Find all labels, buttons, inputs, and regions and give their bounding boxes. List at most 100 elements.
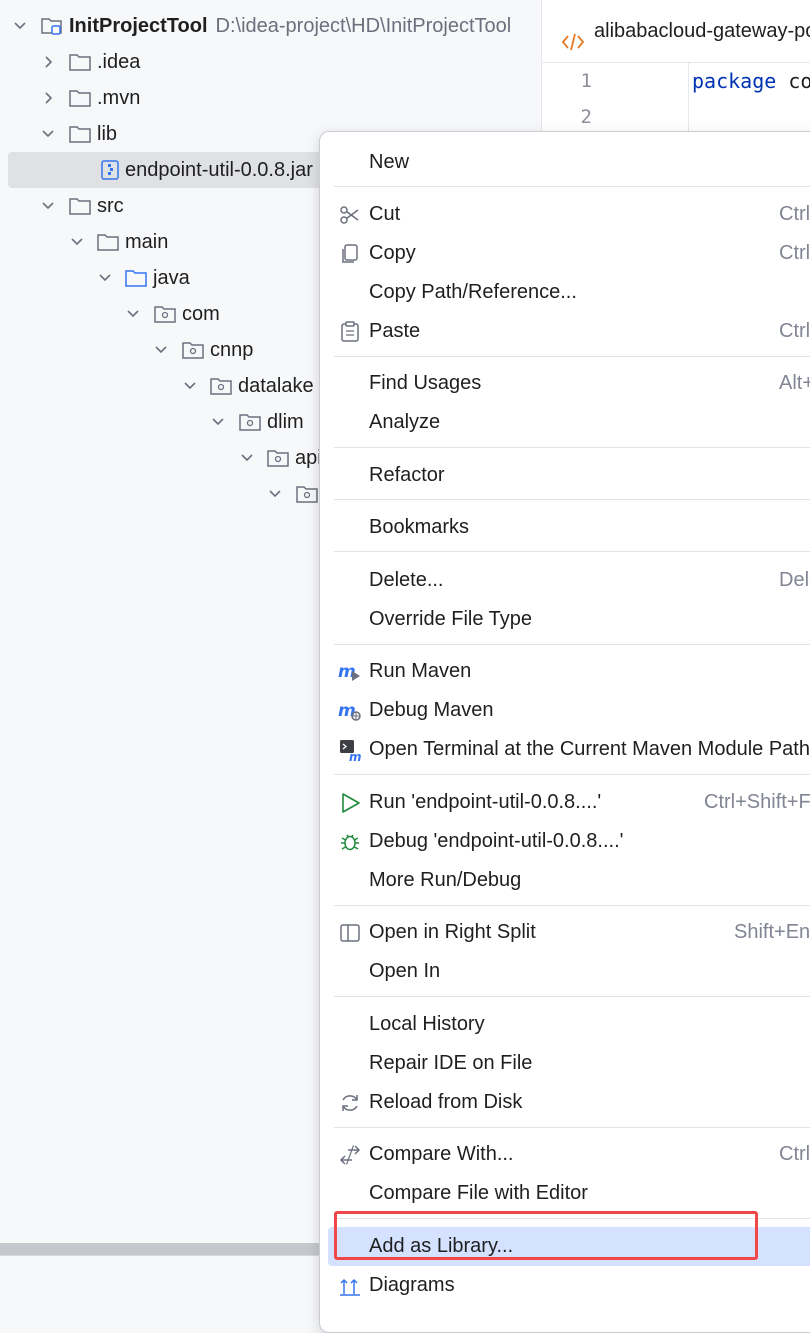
chevron-right-icon[interactable] [38,44,58,80]
annotation-highlight-box [334,1211,758,1260]
shortcut-label: Ctrl+D [779,1143,810,1165]
menu-item-new[interactable]: New [328,143,810,182]
tree-item-label: src [97,195,124,217]
menu-item-local-history[interactable]: Local History [328,1005,810,1044]
horizontal-scrollbar[interactable] [0,1243,320,1255]
tree-item-label: com [182,303,220,325]
tree-item-label: InitProjectTool D:\idea-project\HD\InitPr… [69,15,512,37]
menu-item-override-file-type[interactable]: Override File Type [328,600,810,639]
clipboard-icon [338,319,362,343]
menu-item-repair-ide[interactable]: Repair IDE on File [328,1044,810,1083]
tree-item-project-root[interactable]: InitProjectTool D:\idea-project\HD\InitPr… [8,8,528,44]
chevron-right-icon[interactable] [38,80,58,116]
chevron-down-icon[interactable] [38,188,58,224]
code-keyword: package [692,69,777,93]
folder-icon [68,122,92,146]
package-icon [266,446,290,470]
status-bar [0,1255,320,1306]
folder-icon [68,194,92,218]
menu-separator [334,996,810,997]
tree-item-idea[interactable]: .idea [8,44,528,80]
chevron-down-icon[interactable] [123,296,143,332]
menu-item-copy[interactable]: Copy Ctrl+C [328,234,810,273]
split-view-icon [338,920,362,944]
code-line[interactable]: package com [692,69,810,93]
folder-icon [96,230,120,254]
menu-item-more-run-debug[interactable]: More Run/Debug [328,861,810,900]
menu-item-label: Open Terminal at the Current Maven Modul… [369,738,810,760]
maven-terminal-icon: m [338,737,362,764]
menu-item-label: Open in Right Split [369,921,536,943]
menu-item-label: Cut [369,203,401,225]
menu-item-label: Analyze [369,411,441,433]
menu-item-paste[interactable]: Paste Ctrl+V [328,312,810,351]
menu-item-run[interactable]: Run 'endpoint-util-0.0.8....' Ctrl+Shift… [328,783,810,822]
tree-item-label: endpoint-util-0.0.8.jar [125,159,313,181]
folder-icon [68,86,92,110]
jar-file-icon [98,158,122,182]
menu-separator [334,447,810,448]
chevron-down-icon[interactable] [95,260,115,296]
chevron-down-icon[interactable] [237,440,257,476]
chevron-down-icon[interactable] [38,116,58,152]
chevron-down-icon[interactable] [151,332,171,368]
chevron-down-icon[interactable] [10,8,30,44]
copy-icon [338,241,362,265]
menu-item-run-maven[interactable]: m Run Maven [328,652,810,691]
menu-item-reload-from-disk[interactable]: Reload from Disk [328,1083,810,1122]
menu-item-label: Delete... [369,569,444,591]
package-icon [153,302,177,326]
menu-separator [334,1127,810,1128]
tree-item-label: cnnp [210,339,254,361]
menu-item-open-in[interactable]: Open In [328,952,810,991]
tree-item-label: .mvn [97,87,141,109]
package-icon [295,482,319,506]
menu-item-bookmarks[interactable]: Bookmarks [328,508,810,547]
menu-item-compare-file-with-editor[interactable]: Compare File with Editor [328,1174,810,1213]
menu-item-open-right-split[interactable]: Open in Right Split Shift+Enter [328,913,810,952]
menu-item-diagrams[interactable]: Diagrams [328,1266,810,1305]
chevron-down-icon[interactable] [208,404,228,440]
project-path: D:\idea-project\HD\InitProjectTool [215,15,512,37]
package-icon [238,410,262,434]
menu-item-compare-with[interactable]: Compare With... Ctrl+D [328,1135,810,1174]
maven-debug-icon: m [338,698,362,722]
svg-text:m: m [349,750,362,762]
menu-separator [334,905,810,906]
menu-item-label: More Run/Debug [369,869,522,891]
tree-item-label: lib [97,123,118,145]
chevron-down-icon[interactable] [180,368,200,404]
menu-item-label: Run Maven [369,660,472,682]
menu-separator [334,644,810,645]
chevron-down-icon[interactable] [265,476,285,512]
menu-item-label: Open In [369,960,441,982]
tree-item-label: .idea [97,51,141,73]
reload-icon [338,1090,362,1114]
chevron-down-icon[interactable] [67,224,87,260]
menu-item-label: Debug Maven [369,699,494,721]
menu-item-debug[interactable]: Debug 'endpoint-util-0.0.8....' [328,822,810,861]
menu-item-analyze[interactable]: Analyze [328,403,810,442]
menu-item-label: Debug 'endpoint-util-0.0.8....' [369,830,624,852]
menu-item-label: New [369,151,410,173]
menu-item-label: Paste [369,320,421,342]
menu-separator [334,551,810,552]
menu-item-find-usages[interactable]: Find Usages Alt+F7 [328,364,810,403]
menu-item-open-terminal[interactable]: m Open Terminal at the Current Maven Mod… [328,730,810,769]
menu-item-debug-maven[interactable]: m Debug Maven [328,691,810,730]
shortcut-label: Ctrl+C [779,242,810,264]
package-icon [209,374,233,398]
editor-tab[interactable]: alibabacloud-gateway-pop [542,0,810,63]
shortcut-label: Ctrl+V [779,320,810,342]
shortcut-label: Ctrl+Shift+F10 [704,791,810,813]
menu-item-label: Override File Type [369,608,533,630]
menu-item-cut[interactable]: Cut Ctrl+X [328,195,810,234]
tree-item-label: java [153,267,190,289]
menu-item-refactor[interactable]: Refactor [328,456,810,495]
menu-item-delete[interactable]: Delete... Delete [328,561,810,600]
menu-separator [334,499,810,500]
menu-item-copy-path[interactable]: Copy Path/Reference... [328,273,810,312]
tree-item-label: main [125,231,169,253]
menu-item-label: Local History [369,1013,485,1035]
tree-item-mvn[interactable]: .mvn [8,80,528,116]
